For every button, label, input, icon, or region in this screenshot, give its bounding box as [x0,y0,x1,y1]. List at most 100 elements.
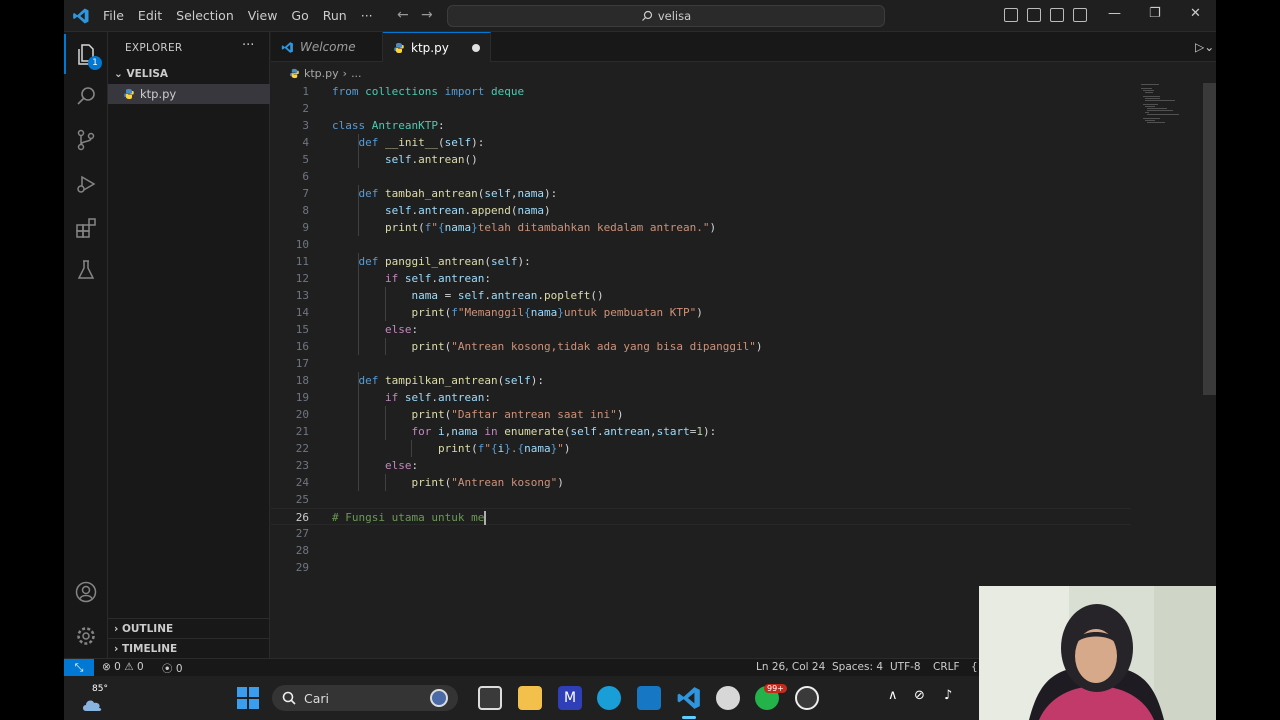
toggle-secondary-sidebar-icon[interactable] [1050,8,1064,22]
toggle-primary-sidebar-icon[interactable] [1004,8,1018,22]
error-count: 0 [114,661,121,673]
breadcrumb-rest[interactable]: ... [351,67,362,80]
code-line[interactable]: 11 def panggil_antrean(self): [271,253,1131,270]
code-line[interactable]: 25 [271,491,1131,508]
code-line[interactable]: 2 [271,100,1131,117]
cursor-position[interactable]: Ln 26, Col 24 [756,661,825,673]
line-number: 21 [295,425,309,438]
menu-selection[interactable]: Selection [169,4,241,28]
code-line[interactable]: 5 self.antrean() [271,151,1131,168]
code-line[interactable]: 14 print(f"Memanggil{nama}untuk pembuata… [271,304,1131,321]
indent-guide [358,253,360,355]
taskbar-search[interactable]: Cari [272,685,458,711]
microphone-icon[interactable]: ♪ [944,688,952,703]
back-arrow-icon[interactable]: ← [397,7,409,23]
code-line[interactable]: 3 class AntreanKTP: [271,117,1131,134]
minimap[interactable] [1141,83,1211,123]
error-icon: ⊗ [102,661,111,673]
menu-bar: File Edit Selection View Go Run ··· [96,0,380,32]
code-line[interactable]: 9 print(f"{nama}telah ditambahkan kedala… [271,219,1131,236]
indentation[interactable]: Spaces: 4 [832,661,883,673]
code-line[interactable]: 20 print("Daftar antrean saat ini") [271,406,1131,423]
workspace-folder[interactable]: ⌄ VELISA [108,64,270,84]
command-center-search[interactable]: velisa [447,5,885,27]
file-explorer-icon[interactable] [518,686,542,710]
editor-scrollbar[interactable] [1203,83,1216,395]
task-view-icon[interactable] [478,686,502,710]
code-line[interactable]: 6 [271,168,1131,185]
code-line[interactable]: 24 print("Antrean kosong") [271,474,1131,491]
chrome-icon[interactable] [716,686,740,710]
media-player-icon[interactable] [795,686,819,710]
forward-arrow-icon[interactable]: → [421,7,433,23]
toggle-panel-icon[interactable] [1027,8,1041,22]
network-icon[interactable]: ⊘ [914,688,925,703]
code-line[interactable]: 10 [271,236,1131,253]
app-m-icon[interactable]: M [558,686,582,710]
code-line[interactable]: 12 if self.antrean: [271,270,1131,287]
code-line[interactable]: 15 else: [271,321,1131,338]
code-line[interactable]: 22 print(f"{i}.{nama}") [271,440,1131,457]
breadcrumb-file[interactable]: ktp.py [304,67,339,80]
end-of-line[interactable]: CRLF [933,661,960,673]
search-activity[interactable] [64,76,108,116]
file-item-ktp[interactable]: ktp.py [108,84,270,104]
menu-edit[interactable]: Edit [131,4,169,28]
explorer-more-button[interactable]: ··· [242,38,254,53]
code-line[interactable]: 13 nama = self.antrean.popleft() [271,287,1131,304]
menu-go[interactable]: Go [284,4,315,28]
close-icon[interactable]: ✕ [1190,6,1201,21]
code-line[interactable]: 21 for i,nama in enumerate(self.antrean,… [271,423,1131,440]
tab-welcome[interactable]: Welcome [271,32,383,62]
minimize-icon[interactable]: — [1108,6,1121,21]
accounts-activity[interactable] [64,572,108,612]
indent-guide [358,372,360,491]
line-number: 26 [295,511,309,524]
explorer-activity[interactable]: 1 [64,34,108,74]
code-line[interactable]: 8 self.antrean.append(nama) [271,202,1131,219]
manage-activity[interactable] [64,616,108,656]
code-line[interactable]: 1 from collections import deque [271,83,1131,100]
unsaved-dot-icon[interactable] [472,44,480,52]
run-debug-activity[interactable] [64,164,108,204]
customize-layout-icon[interactable] [1073,8,1087,22]
windows-start-icon[interactable] [237,687,259,709]
problems-indicator[interactable]: ⊗ 0 ⚠ 0 [102,661,144,673]
code-line[interactable]: 4 def __init__(self): [271,134,1131,151]
menu-file[interactable]: File [96,4,131,28]
vscode-taskbar-icon[interactable] [676,685,702,711]
line-number: 2 [302,102,309,115]
timeline-section[interactable]: › TIMELINE [108,638,270,658]
line-number: 24 [295,476,309,489]
tab-ktp-py[interactable]: ktp.py [383,32,491,62]
encoding[interactable]: UTF-8 [890,661,921,673]
remote-indicator-icon[interactable]: ⤡ [64,659,94,677]
weather-widget[interactable]: 85° [80,684,110,714]
language-mode-icon[interactable]: { [971,661,978,673]
outline-section[interactable]: › OUTLINE [108,618,270,638]
run-file-icon[interactable]: ▷⌄ [1195,40,1214,54]
menu-run[interactable]: Run [316,4,354,28]
code-line[interactable]: 27 [271,525,1131,542]
ports-indicator[interactable]: ⦿ 0 [162,661,183,676]
menu-view[interactable]: View [241,4,285,28]
code-line[interactable]: 19 if self.antrean: [271,389,1131,406]
testing-activity[interactable] [64,250,108,290]
code-line[interactable]: 16 print("Antrean kosong,tidak ada yang … [271,338,1131,355]
code-line[interactable]: 17 [271,355,1131,372]
extensions-activity[interactable] [64,208,108,248]
code-line[interactable]: 23 else: [271,457,1131,474]
source-control-activity[interactable] [64,120,108,160]
edge-browser-icon[interactable] [597,686,621,710]
code-line[interactable]: 7 def tambah_antrean(self,nama): [271,185,1131,202]
code-line[interactable]: 26 # Fungsi utama untuk me [271,508,1131,525]
code-line[interactable]: 28 [271,542,1131,559]
vscode-active-indicator [682,716,696,719]
code-editor[interactable]: 1 from collections import deque 2 3 class An… [271,83,1216,658]
code-line[interactable]: 18 def tampilkan_antrean(self): [271,372,1131,389]
chevron-up-icon[interactable]: ∧ [888,688,898,703]
code-line[interactable]: 29 [271,559,1131,576]
maximize-icon[interactable]: ❐ [1149,6,1161,21]
store-icon[interactable] [637,686,661,710]
menu-more[interactable]: ··· [354,4,380,28]
